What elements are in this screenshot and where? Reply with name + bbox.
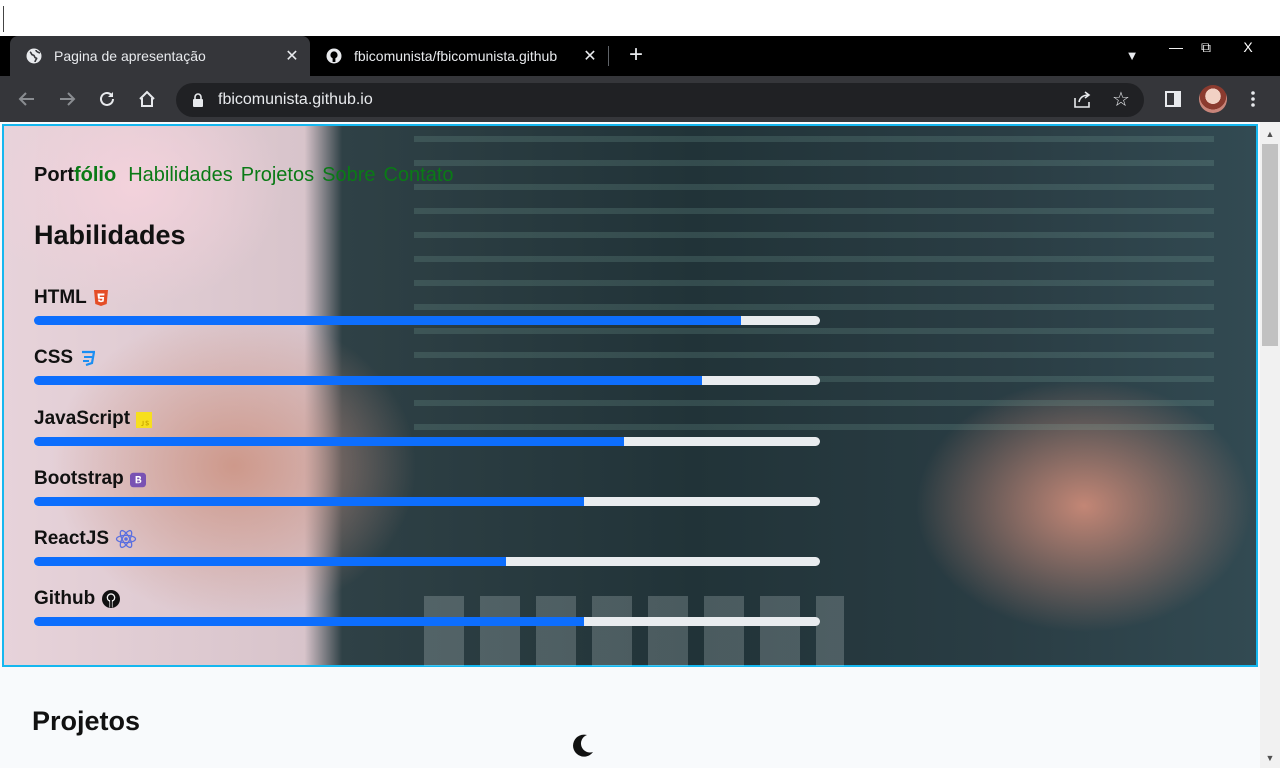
back-arrow-icon[interactable] (14, 86, 40, 112)
skill-progress-bar (34, 316, 820, 325)
skill-item: Github (34, 587, 820, 626)
skill-progress-bar (34, 376, 820, 385)
skill-progress-fill (34, 376, 703, 385)
nav-link-projetos[interactable]: Projetos (241, 164, 314, 187)
skill-item: ReactJS (34, 527, 820, 566)
menu-dots-icon[interactable] (1240, 86, 1266, 112)
projects-title: Projetos (32, 706, 141, 736)
skill-progress-fill (34, 557, 506, 566)
skill-item: JavaScript (34, 407, 820, 446)
skill-progress-fill (34, 617, 585, 626)
github-icon (326, 48, 342, 64)
close-icon[interactable]: ✕ (280, 44, 304, 68)
nav-link-habilidades[interactable]: Habilidades (128, 164, 233, 187)
skill-item: CSS (34, 346, 820, 385)
forward-arrow-icon[interactable] (54, 86, 80, 112)
navbar: Port fólio Habilidades Projetos Sobre Co… (34, 164, 462, 187)
skill-name: HTML (34, 287, 87, 308)
skill-progress-fill (34, 497, 585, 506)
new-tab-button[interactable]: + (622, 42, 650, 70)
moon-icon[interactable] (570, 732, 596, 758)
bookmark-star-icon[interactable]: ☆ (1110, 89, 1132, 111)
os-title-strip (0, 0, 1280, 36)
github-icon (101, 589, 121, 609)
brand-logo-prefix[interactable]: Port (34, 164, 74, 187)
tab-inactive[interactable]: fbicomunista/fbicomunista.github ✕ (312, 36, 608, 76)
profile-avatar[interactable] (1199, 85, 1227, 113)
tab-title: Pagina de apresentação (54, 48, 206, 64)
nav-link-contato[interactable]: Contato (383, 164, 453, 187)
skill-progress-bar (34, 437, 820, 446)
skill-name: Github (34, 588, 96, 609)
tab-title: fbicomunista/fbicomunista.github (354, 48, 558, 64)
skill-progress-bar (34, 617, 820, 626)
page-scrollbar[interactable]: ▲ ▼ (1260, 122, 1280, 768)
page-viewport: Port fólio Habilidades Projetos Sobre Co… (0, 122, 1280, 768)
restore-button[interactable]: ⧉ (1184, 36, 1228, 58)
url-text[interactable]: fbicomunista.github.io (218, 91, 373, 109)
address-bar[interactable]: fbicomunista.github.io ☆ (176, 83, 1144, 117)
skill-progress-fill (34, 437, 624, 446)
hero-section: Port fólio Habilidades Projetos Sobre Co… (2, 124, 1258, 667)
lock-icon[interactable] (192, 93, 204, 107)
skill-name: CSS (34, 347, 74, 368)
react-icon (115, 529, 137, 549)
skill-item: Bootstrap (34, 467, 820, 506)
reload-icon[interactable] (94, 86, 120, 112)
tab-search-chevron-icon[interactable]: ▼ (1120, 44, 1144, 68)
scroll-down-arrow-icon[interactable]: ▼ (1264, 752, 1276, 764)
skill-progress-bar (34, 497, 820, 506)
skill-progress-bar (34, 557, 820, 566)
skill-name: ReactJS (34, 528, 109, 549)
skill-item: HTML (34, 286, 820, 325)
javascript-icon (136, 411, 153, 428)
skill-progress-fill (34, 316, 742, 325)
window-edge (3, 6, 5, 32)
css3-icon (79, 350, 96, 366)
scroll-up-arrow-icon[interactable]: ▲ (1264, 128, 1276, 140)
skill-name: JavaScript (34, 408, 131, 429)
side-panel-icon[interactable] (1160, 86, 1186, 112)
skill-name: Bootstrap (34, 468, 124, 489)
home-icon[interactable] (134, 86, 160, 112)
brand-logo-suffix[interactable]: fólio (74, 164, 116, 187)
tab-active[interactable]: Pagina de apresentação ✕ (10, 36, 310, 76)
html5-icon (93, 290, 109, 306)
close-icon[interactable]: ✕ (578, 44, 602, 68)
globe-icon (26, 48, 42, 64)
window-close-button[interactable]: X (1226, 36, 1270, 58)
bootstrap-icon (129, 471, 146, 488)
share-icon[interactable] (1072, 90, 1092, 110)
tab-separator (608, 46, 609, 66)
nav-link-sobre[interactable]: Sobre (322, 164, 375, 187)
skills-title: Habilidades (34, 220, 186, 250)
scrollbar-thumb[interactable] (1262, 144, 1278, 346)
